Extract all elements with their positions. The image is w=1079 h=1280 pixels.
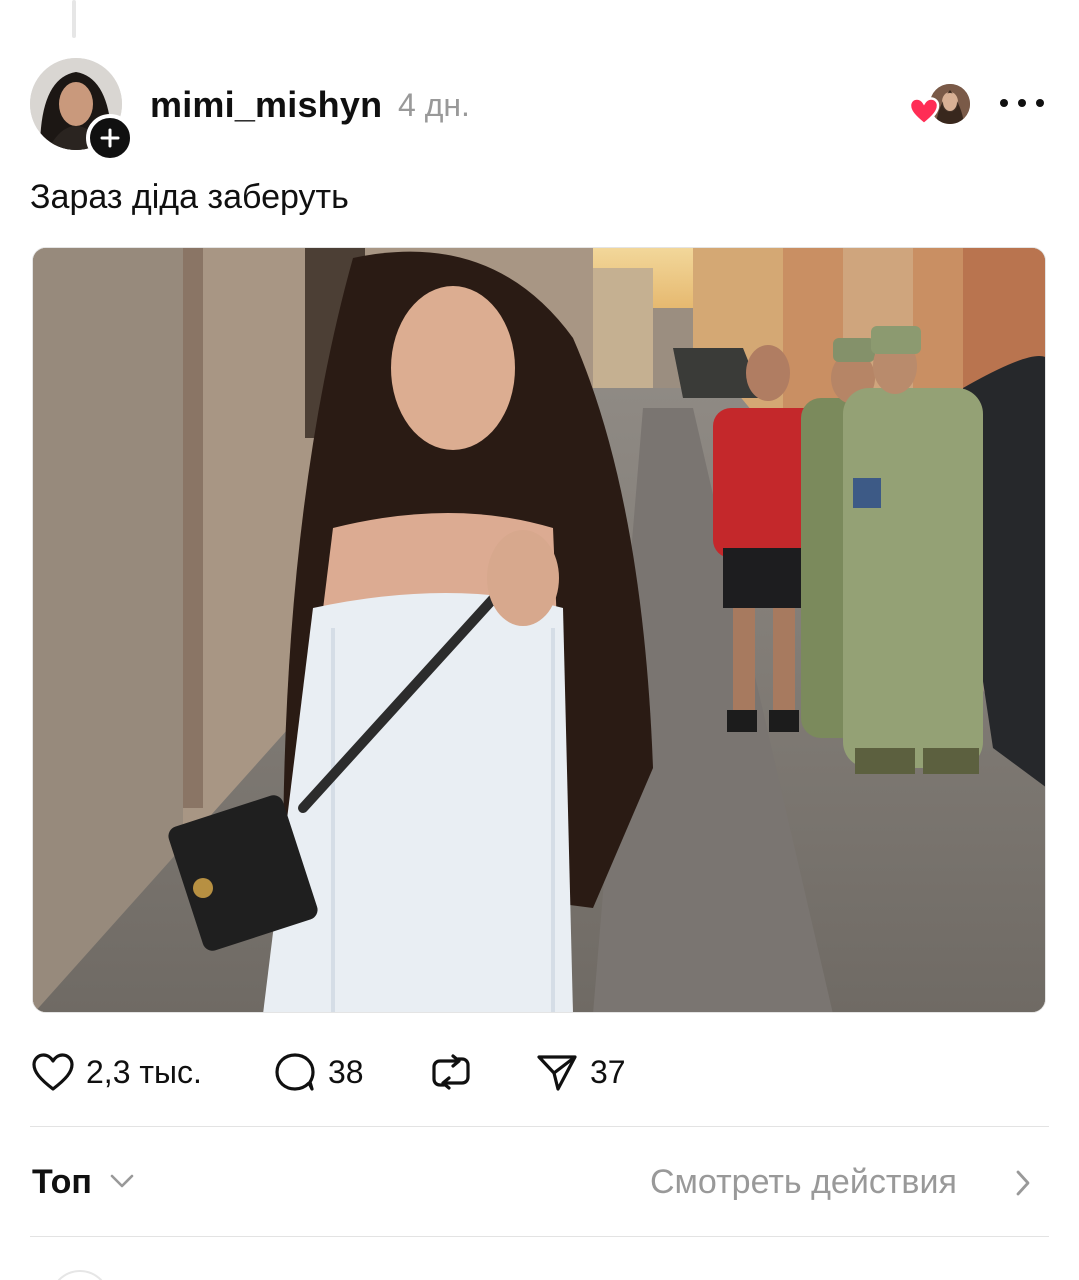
- thread-connector-line: [72, 0, 76, 38]
- more-options-button[interactable]: [1000, 88, 1044, 118]
- chevron-right-icon[interactable]: [1012, 1168, 1034, 1198]
- like-button[interactable]: 2,3 тыс.: [30, 1046, 202, 1098]
- sort-dropdown-label[interactable]: Топ: [32, 1163, 92, 1202]
- chevron-down-icon[interactable]: [108, 1170, 136, 1192]
- heart-icon: [908, 97, 940, 126]
- heart-outline-icon: [32, 1053, 74, 1091]
- repost-icon: [432, 1054, 470, 1090]
- follow-button[interactable]: [86, 114, 134, 162]
- post-text: Зараз діда заберуть: [30, 178, 349, 216]
- more-horizontal-icon: [1036, 99, 1044, 107]
- share-count: 37: [590, 1053, 626, 1090]
- divider: [30, 1126, 1049, 1127]
- more-horizontal-icon: [1000, 99, 1008, 107]
- comment-count: 38: [328, 1053, 364, 1090]
- next-reply-avatar: [50, 1270, 110, 1280]
- post-username[interactable]: mimi_mishyn: [150, 84, 382, 126]
- plus-icon: [100, 128, 120, 148]
- post-actions: 2,3 тыс. 38 37: [30, 1046, 730, 1098]
- like-count: 2,3 тыс.: [86, 1053, 202, 1090]
- repost-button[interactable]: [428, 1046, 474, 1098]
- post-image[interactable]: [32, 247, 1046, 1013]
- view-activity-link[interactable]: Смотреть действия: [650, 1163, 957, 1202]
- post-time: 4 дн.: [398, 87, 470, 123]
- share-button[interactable]: 37: [534, 1046, 626, 1098]
- author-avatar[interactable]: [30, 58, 134, 162]
- comment-bubble-icon: [275, 1053, 315, 1091]
- liked-by-indicator[interactable]: [908, 84, 970, 126]
- send-icon: [537, 1055, 577, 1091]
- divider: [30, 1236, 1049, 1237]
- more-horizontal-icon: [1018, 99, 1026, 107]
- comment-button[interactable]: 38: [272, 1046, 364, 1098]
